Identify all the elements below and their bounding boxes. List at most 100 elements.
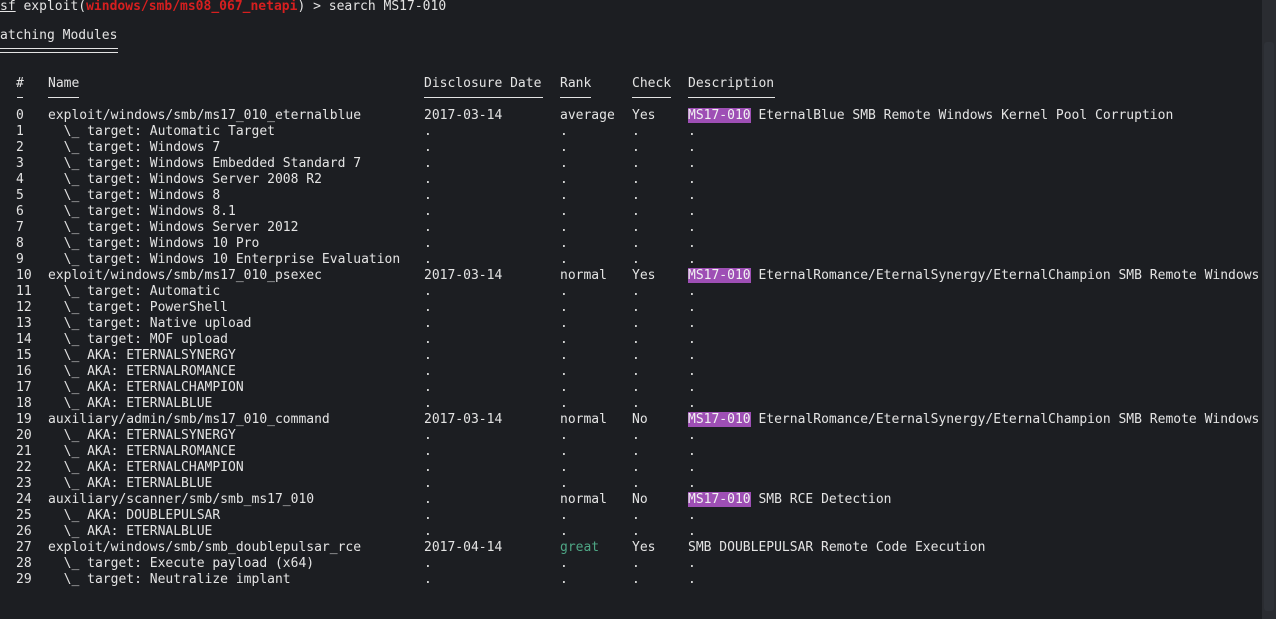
description-text: .	[688, 428, 696, 443]
vertical-scrollbar[interactable]	[1262, 0, 1276, 619]
module-rank: normal	[560, 412, 607, 427]
column-underline-number	[17, 97, 23, 98]
module-description: .	[688, 220, 696, 236]
scrollbar-thumb[interactable]	[1264, 42, 1274, 611]
module-rank: .	[560, 524, 568, 539]
disclosure-date: .	[424, 492, 432, 507]
module-description: MS17-010 EternalBlue SMB Remote Windows …	[688, 108, 1173, 124]
description-text: .	[688, 188, 696, 203]
module-name: \_ target: Automatic Target	[48, 124, 275, 139]
description-text: .	[688, 124, 696, 139]
module-rank: .	[560, 332, 568, 347]
row-number: 5	[16, 188, 24, 203]
table-row: 8 \_ target: Windows 10 Pro....	[0, 236, 1262, 252]
description-text: .	[688, 236, 696, 251]
description-text: .	[688, 444, 696, 459]
table-row: 26 \_ AKA: ETERNALBLUE....	[0, 524, 1262, 540]
check-support: .	[632, 396, 640, 411]
module-name: \_ target: Windows 8.1	[48, 204, 236, 219]
table-row: 21 \_ AKA: ETERNALROMANCE....	[0, 444, 1262, 460]
description-text: .	[688, 460, 696, 475]
description-text: .	[688, 316, 696, 331]
table-row: 14 \_ target: MOF upload....	[0, 332, 1262, 348]
module-rank: .	[560, 556, 568, 571]
check-support: .	[632, 252, 640, 267]
module-description: .	[688, 140, 696, 156]
column-underline-rank	[560, 97, 591, 98]
row-number: 21	[16, 444, 32, 459]
module-description: .	[688, 172, 696, 188]
description-text: .	[688, 252, 696, 267]
module-description: .	[688, 348, 696, 364]
disclosure-date: .	[424, 204, 432, 219]
module-name: exploit/windows/smb/ms17_010_psexec	[48, 268, 322, 283]
disclosure-date: 2017-04-14	[424, 540, 503, 555]
search-match-highlight: MS17-010	[688, 268, 751, 283]
section-heading: atching Modules	[0, 28, 118, 43]
command-prompt-line: sf exploit(windows/smb/ms08_067_netapi) …	[0, 0, 446, 15]
module-name: \_ target: PowerShell	[48, 300, 229, 315]
check-support: .	[632, 332, 640, 347]
module-rank: .	[560, 316, 568, 331]
check-support: .	[632, 188, 640, 203]
description-text: .	[688, 332, 696, 347]
row-number: 16	[16, 364, 32, 379]
module-rank: .	[560, 188, 568, 203]
disclosure-date: .	[424, 156, 432, 171]
description-text: EternalBlue SMB Remote Windows Kernel Po…	[750, 108, 1174, 123]
table-row: 3 \_ target: Windows Embedded Standard 7…	[0, 156, 1262, 172]
description-text: .	[688, 396, 696, 411]
module-rank: .	[560, 348, 568, 363]
disclosure-date: .	[424, 572, 432, 587]
row-number: 28	[16, 556, 32, 571]
disclosure-date: .	[424, 188, 432, 203]
module-rank: .	[560, 220, 568, 235]
module-rank: .	[560, 572, 568, 587]
disclosure-date: .	[424, 332, 432, 347]
row-number: 22	[16, 460, 32, 475]
description-text: .	[688, 300, 696, 315]
description-text: .	[688, 476, 696, 491]
module-description: .	[688, 380, 696, 396]
disclosure-date: .	[424, 460, 432, 475]
module-rank: .	[560, 124, 568, 139]
search-match-highlight: MS17-010	[688, 412, 751, 427]
table-row: 1 \_ target: Automatic Target....	[0, 124, 1262, 140]
check-support: .	[632, 204, 640, 219]
disclosure-date: .	[424, 380, 432, 395]
terminal-output[interactable]: sf exploit(windows/smb/ms08_067_netapi) …	[0, 0, 1262, 619]
module-description: .	[688, 524, 696, 540]
description-text: EternalRomance/EternalSynergy/EternalCha…	[750, 412, 1260, 427]
section-heading-underline	[0, 48, 118, 53]
module-rank: great	[560, 540, 600, 555]
module-name: \_ AKA: DOUBLEPULSAR	[48, 508, 221, 523]
table-row: 16 \_ AKA: ETERNALROMANCE....	[0, 364, 1262, 380]
module-name: \_ target: Execute payload (x64)	[48, 556, 315, 571]
module-description: .	[688, 476, 696, 492]
table-row: 9 \_ target: Windows 10 Enterprise Evalu…	[0, 252, 1262, 268]
description-text: SMB RCE Detection	[750, 492, 892, 507]
module-rank: .	[560, 364, 568, 379]
check-support: Yes	[632, 540, 656, 555]
module-rank: .	[560, 172, 568, 187]
table-row: 24 auxiliary/scanner/smb/smb_ms17_010. nor…	[0, 492, 1262, 508]
module-rank: .	[560, 284, 568, 299]
module-description: .	[688, 284, 696, 300]
module-name: \_ AKA: ETERNALSYNERGY	[48, 428, 236, 443]
check-support: .	[632, 348, 640, 363]
description-text: .	[688, 524, 696, 539]
disclosure-date: .	[424, 220, 432, 235]
table-row: 2 \_ target: Windows 7....	[0, 140, 1262, 156]
disclosure-date: .	[424, 364, 432, 379]
column-underline-disclosure-date	[424, 97, 543, 98]
module-rank: .	[560, 236, 568, 251]
table-row: 15 \_ AKA: ETERNALSYNERGY....	[0, 348, 1262, 364]
module-rank: .	[560, 428, 568, 443]
disclosure-date: .	[424, 284, 432, 299]
row-number: 27	[16, 540, 32, 555]
module-description: .	[688, 364, 696, 380]
module-description: .	[688, 444, 696, 460]
description-text: .	[688, 284, 696, 299]
description-text: .	[688, 204, 696, 219]
table-row: 18 \_ AKA: ETERNALBLUE....	[0, 396, 1262, 412]
